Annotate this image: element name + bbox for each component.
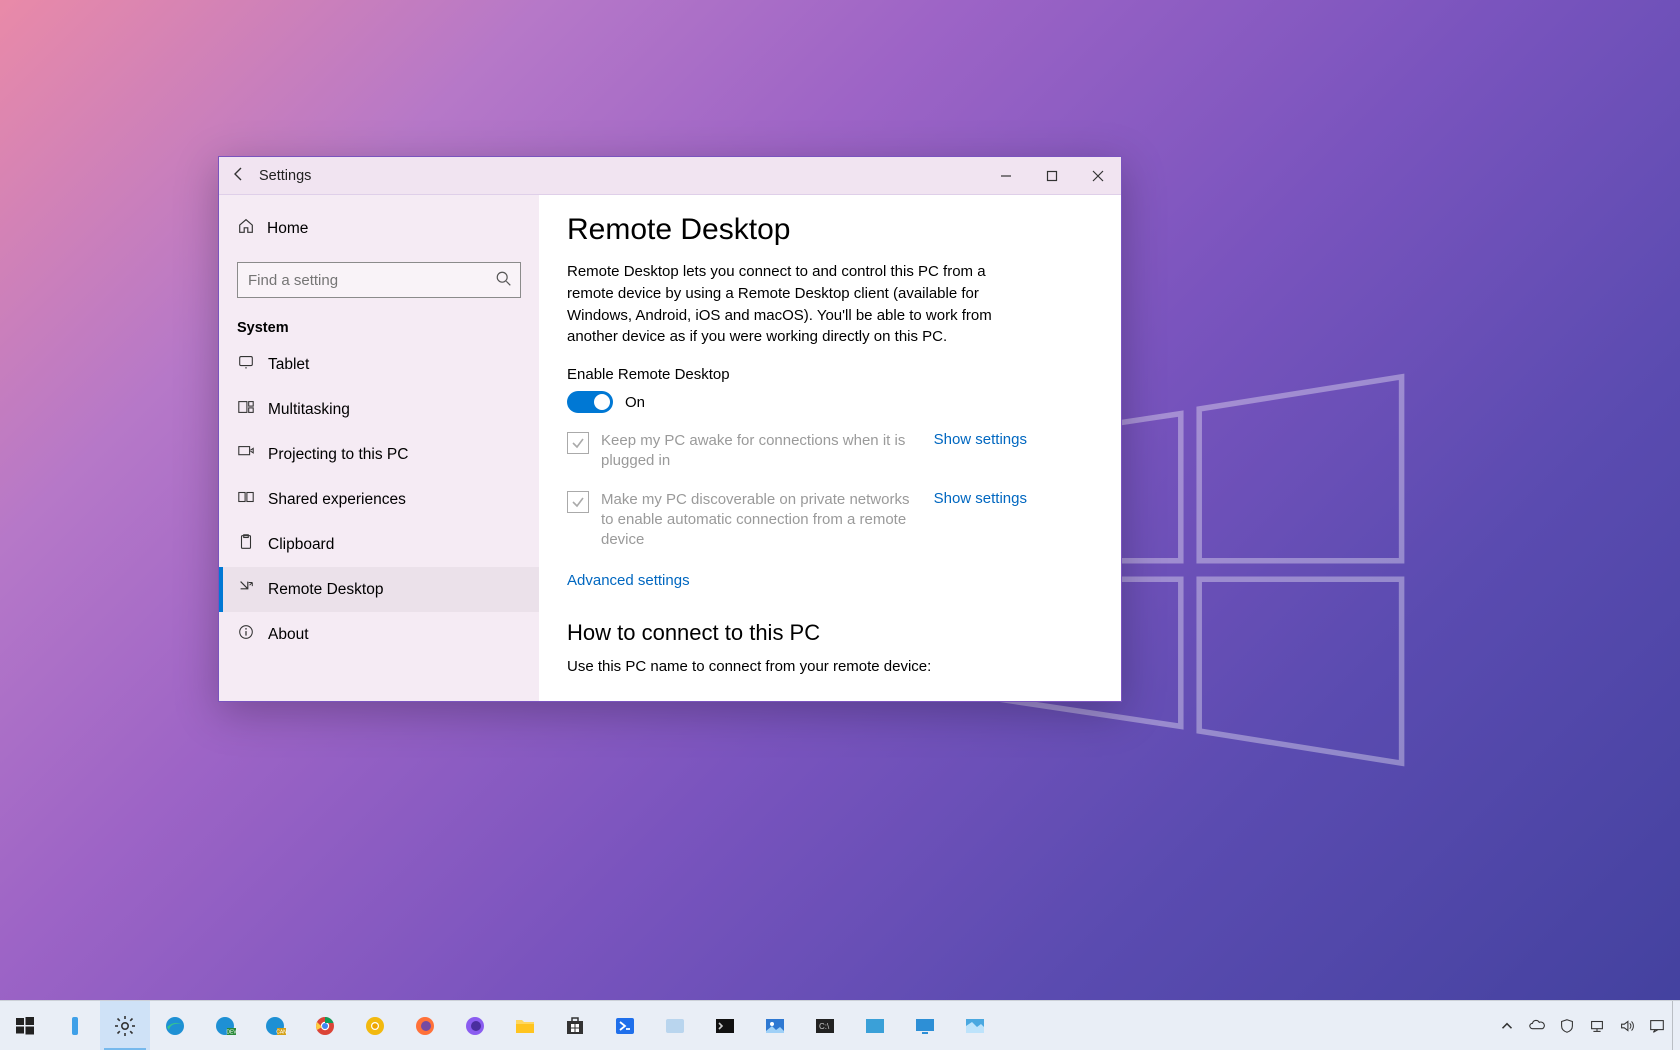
taskbar-firefox[interactable] bbox=[400, 1001, 450, 1050]
tray-volume-icon[interactable] bbox=[1612, 1001, 1642, 1050]
enable-remote-desktop-label: Enable Remote Desktop bbox=[567, 366, 1093, 383]
keep-awake-label: Keep my PC awake for connections when it… bbox=[601, 431, 914, 472]
system-tray bbox=[1492, 1001, 1680, 1050]
start-button[interactable] bbox=[0, 1001, 50, 1050]
remote-desktop-icon bbox=[237, 578, 255, 601]
maximize-button[interactable] bbox=[1029, 157, 1075, 195]
page-description: Remote Desktop lets you connect to and c… bbox=[567, 261, 1017, 348]
settings-window: Settings Home System Ta bbox=[218, 156, 1122, 702]
tray-onedrive-icon[interactable] bbox=[1522, 1001, 1552, 1050]
taskbar-chrome[interactable] bbox=[300, 1001, 350, 1050]
search-icon bbox=[495, 270, 513, 293]
enable-remote-desktop-toggle[interactable] bbox=[567, 391, 613, 413]
taskbar: DEV CAN C:\ bbox=[0, 1000, 1680, 1050]
taskbar-app-blue[interactable] bbox=[950, 1001, 1000, 1050]
settings-sidebar: Home System Tablet Multitasking Pr bbox=[219, 195, 539, 701]
sidebar-item-label: Multitasking bbox=[268, 401, 350, 419]
taskbar-microsoft-store[interactable] bbox=[550, 1001, 600, 1050]
discoverable-show-settings-link[interactable]: Show settings bbox=[934, 490, 1027, 507]
discoverable-checkbox[interactable] bbox=[567, 491, 589, 513]
search-input[interactable] bbox=[237, 262, 521, 298]
home-icon bbox=[237, 217, 255, 240]
taskbar-terminal[interactable] bbox=[700, 1001, 750, 1050]
sidebar-home-label: Home bbox=[267, 220, 308, 238]
taskbar-edge-dev[interactable]: DEV bbox=[200, 1001, 250, 1050]
taskbar-edge[interactable] bbox=[150, 1001, 200, 1050]
sidebar-item-shared-experiences[interactable]: Shared experiences bbox=[219, 477, 539, 522]
sidebar-home[interactable]: Home bbox=[219, 207, 539, 250]
sidebar-item-label: Projecting to this PC bbox=[268, 446, 408, 464]
keep-awake-show-settings-link[interactable]: Show settings bbox=[934, 431, 1027, 448]
taskbar-firefox-dev[interactable] bbox=[450, 1001, 500, 1050]
taskbar-powershell[interactable] bbox=[600, 1001, 650, 1050]
howto-heading: How to connect to this PC bbox=[567, 620, 1093, 646]
settings-content: Remote Desktop Remote Desktop lets you c… bbox=[539, 195, 1121, 701]
tablet-icon bbox=[237, 353, 255, 376]
info-icon bbox=[237, 623, 255, 646]
advanced-settings-link[interactable]: Advanced settings bbox=[567, 572, 690, 589]
clipboard-icon bbox=[237, 533, 255, 556]
sidebar-item-tablet[interactable]: Tablet bbox=[219, 342, 539, 387]
taskbar-settings[interactable] bbox=[100, 1001, 150, 1050]
page-title: Remote Desktop bbox=[567, 213, 1093, 247]
taskbar-cmd[interactable]: C:\ bbox=[800, 1001, 850, 1050]
tray-overflow-icon[interactable] bbox=[1492, 1001, 1522, 1050]
tray-action-center-icon[interactable] bbox=[1642, 1001, 1672, 1050]
projecting-icon bbox=[237, 443, 255, 466]
sidebar-item-label: Shared experiences bbox=[268, 491, 406, 509]
svg-text:C:\: C:\ bbox=[819, 1022, 830, 1031]
taskbar-file-explorer[interactable] bbox=[500, 1001, 550, 1050]
sidebar-category-header: System bbox=[219, 306, 539, 342]
taskbar-app-generic[interactable] bbox=[850, 1001, 900, 1050]
taskbar-app-light[interactable] bbox=[650, 1001, 700, 1050]
sidebar-item-label: Remote Desktop bbox=[268, 581, 383, 599]
shared-icon bbox=[237, 488, 255, 511]
svg-text:DEV: DEV bbox=[226, 1029, 237, 1035]
window-titlebar[interactable]: Settings bbox=[219, 157, 1121, 195]
back-button[interactable] bbox=[219, 166, 259, 186]
sidebar-item-about[interactable]: About bbox=[219, 612, 539, 657]
taskbar-photos[interactable] bbox=[750, 1001, 800, 1050]
sidebar-item-multitasking[interactable]: Multitasking bbox=[219, 387, 539, 432]
window-title: Settings bbox=[259, 168, 311, 184]
keep-awake-checkbox[interactable] bbox=[567, 432, 589, 454]
howto-subtext: Use this PC name to connect from your re… bbox=[567, 658, 1093, 675]
tray-network-icon[interactable] bbox=[1582, 1001, 1612, 1050]
taskbar-cortana[interactable] bbox=[50, 1001, 100, 1050]
taskbar-edge-canary[interactable]: CAN bbox=[250, 1001, 300, 1050]
sidebar-item-clipboard[interactable]: Clipboard bbox=[219, 522, 539, 567]
sidebar-item-label: Clipboard bbox=[268, 536, 334, 554]
minimize-button[interactable] bbox=[983, 157, 1029, 195]
sidebar-item-label: Tablet bbox=[268, 356, 309, 374]
show-desktop-button[interactable] bbox=[1672, 1001, 1680, 1050]
sidebar-item-label: About bbox=[268, 626, 309, 644]
multitasking-icon bbox=[237, 398, 255, 421]
tray-security-icon[interactable] bbox=[1552, 1001, 1582, 1050]
discoverable-label: Make my PC discoverable on private netwo… bbox=[601, 490, 914, 551]
toggle-state: On bbox=[625, 394, 645, 411]
sidebar-item-remote-desktop[interactable]: Remote Desktop bbox=[219, 567, 539, 612]
taskbar-chrome-canary[interactable] bbox=[350, 1001, 400, 1050]
taskbar-remote-desktop-app[interactable] bbox=[900, 1001, 950, 1050]
svg-text:CAN: CAN bbox=[276, 1029, 287, 1035]
sidebar-item-projecting[interactable]: Projecting to this PC bbox=[219, 432, 539, 477]
close-button[interactable] bbox=[1075, 157, 1121, 195]
